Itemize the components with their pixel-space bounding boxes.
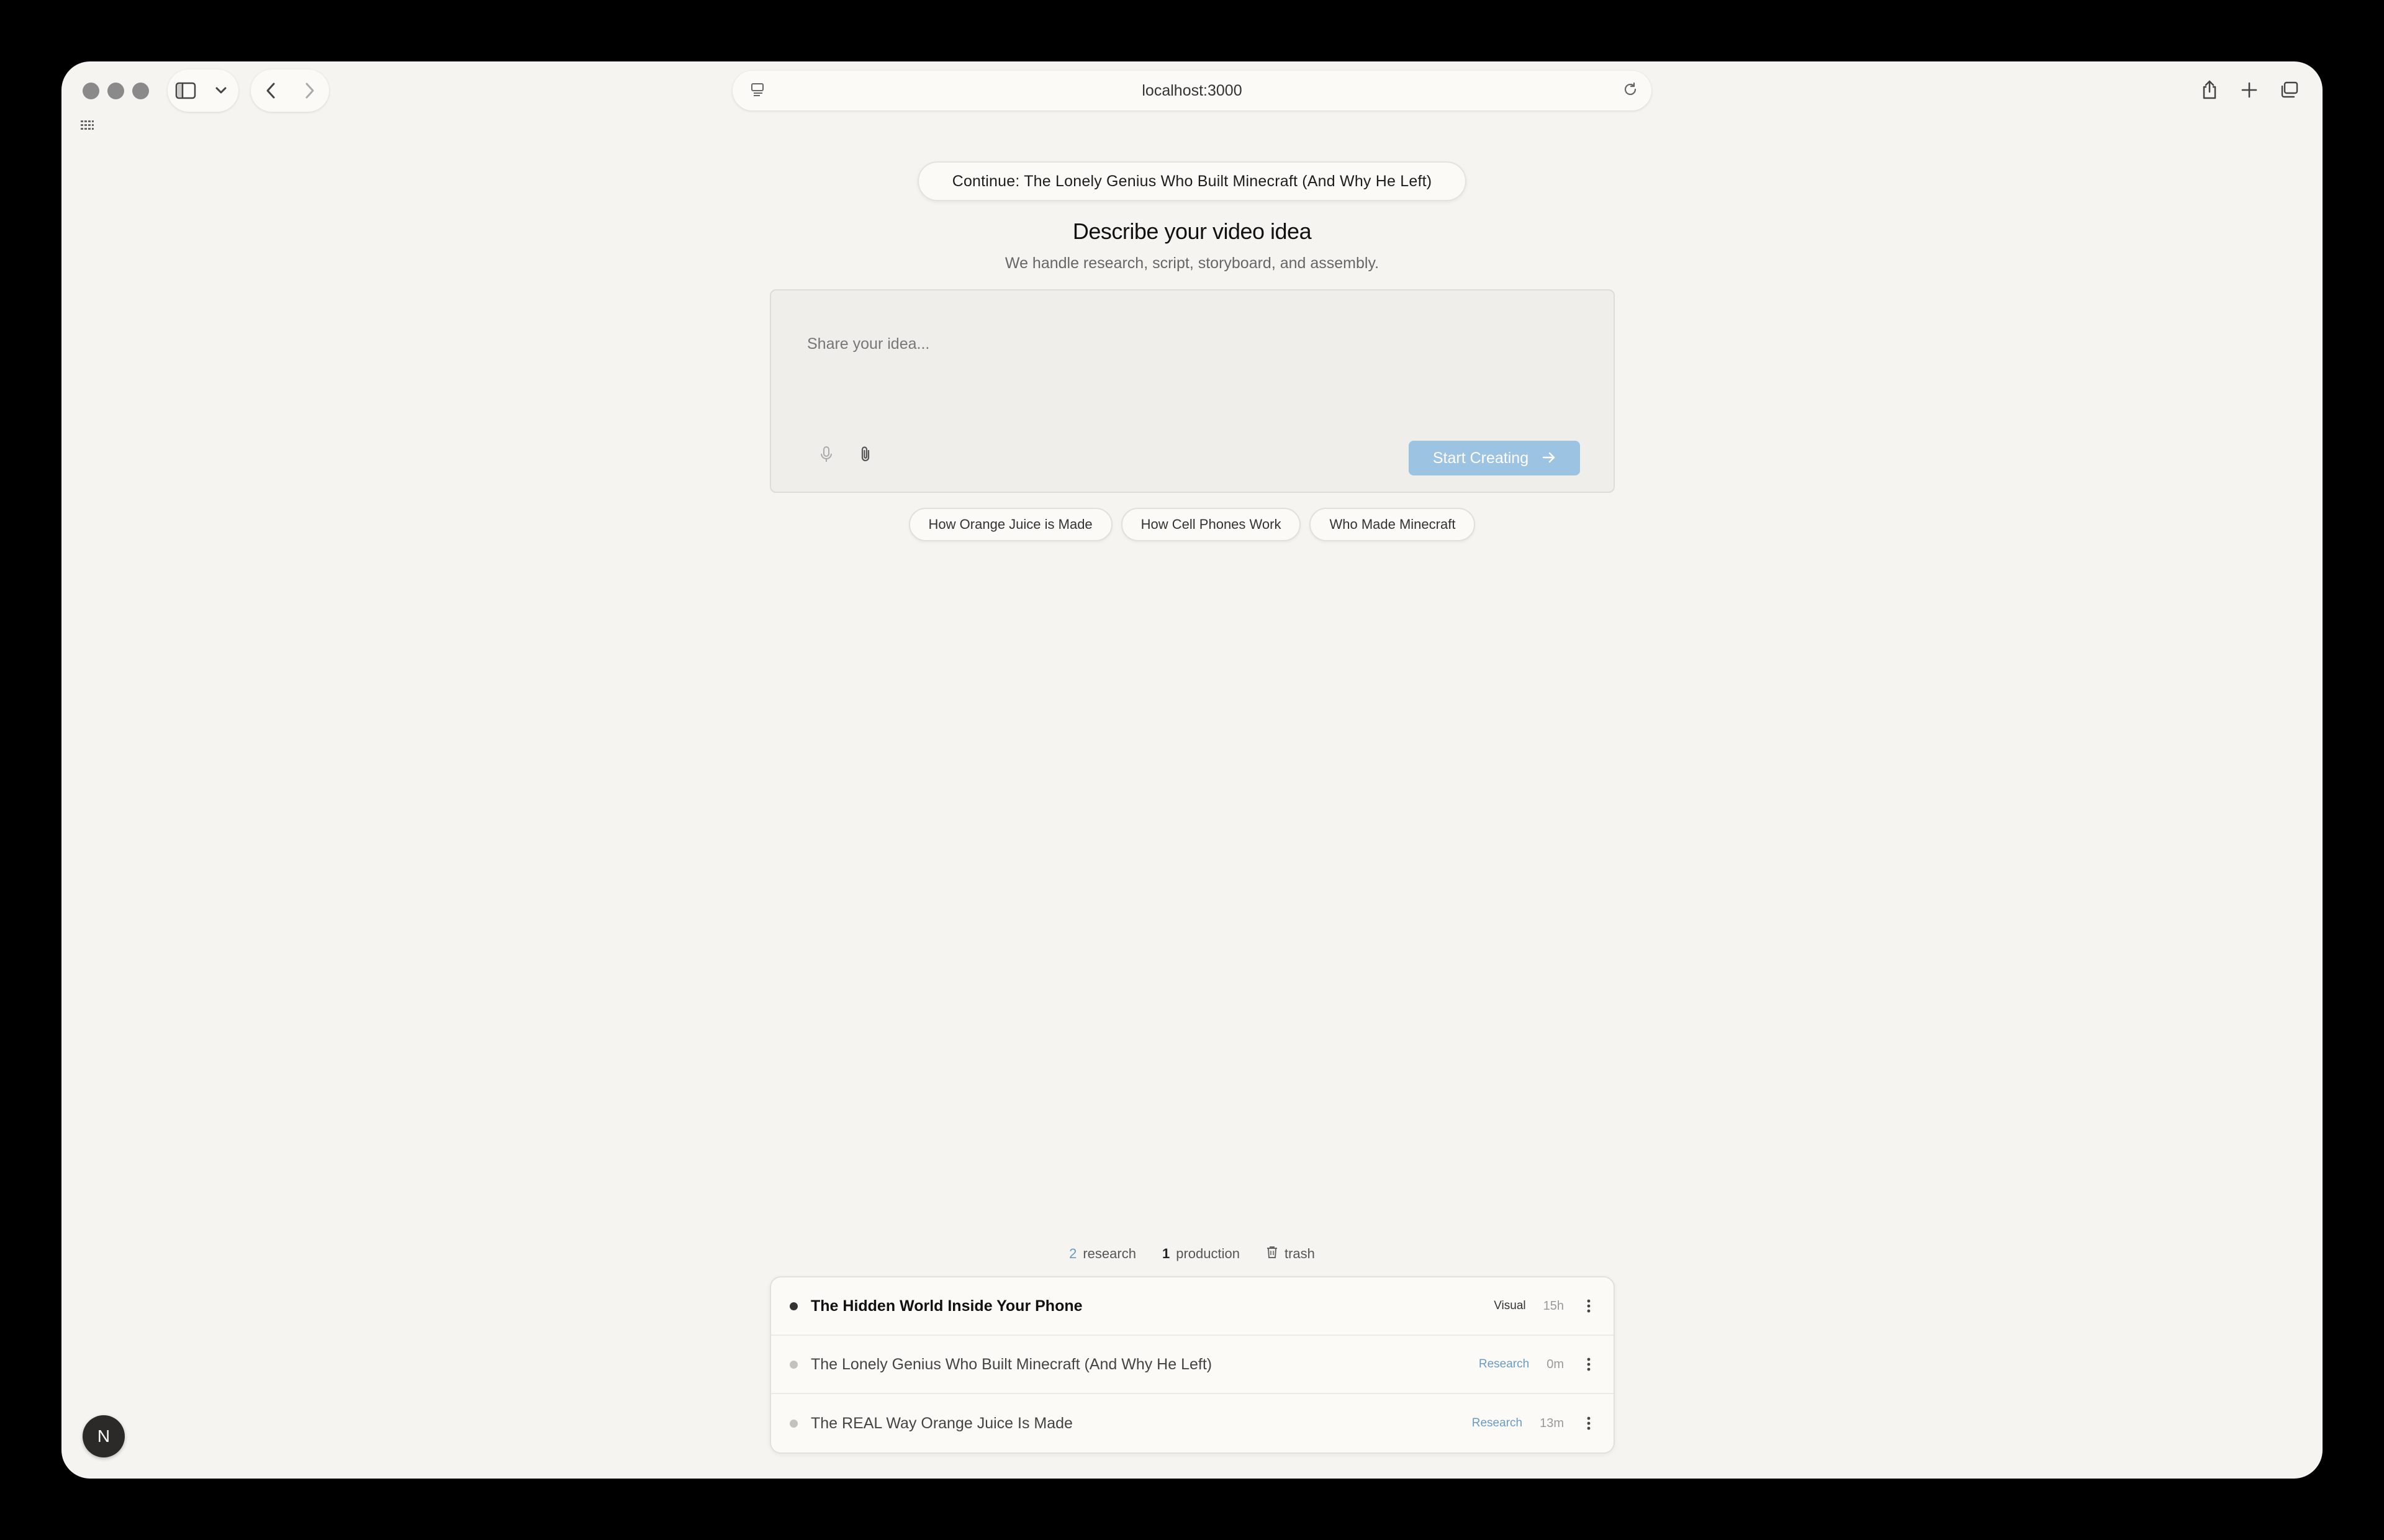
back-icon[interactable] xyxy=(254,74,287,107)
project-age: 15h xyxy=(1543,1299,1564,1313)
project-row[interactable]: The Hidden World Inside Your Phone Visua… xyxy=(771,1277,1614,1336)
suggestion-chip[interactable]: How Orange Juice is Made xyxy=(908,508,1113,541)
status-dot xyxy=(790,1302,798,1310)
kebab-menu-icon[interactable] xyxy=(1581,1358,1596,1371)
project-title: The REAL Way Orange Juice Is Made xyxy=(811,1414,1073,1432)
project-title: The Hidden World Inside Your Phone xyxy=(811,1297,1083,1315)
address-bar[interactable]: localhost:3000 xyxy=(733,71,1651,110)
research-label: research xyxy=(1083,1246,1136,1261)
chevron-down-icon[interactable] xyxy=(204,74,238,107)
project-age: 0m xyxy=(1546,1357,1564,1371)
suggestion-chip[interactable]: How Cell Phones Work xyxy=(1121,508,1301,541)
page-title: Describe your video idea xyxy=(1072,218,1312,244)
research-filter[interactable]: 2 research xyxy=(1069,1245,1136,1263)
project-list: The Hidden World Inside Your Phone Visua… xyxy=(770,1276,1615,1454)
share-icon[interactable] xyxy=(2193,73,2226,107)
site-settings-icon[interactable] xyxy=(750,82,766,102)
sidebar-toggle-group xyxy=(168,70,238,112)
continue-project-button[interactable]: Continue: The Lonely Genius Who Built Mi… xyxy=(918,161,1466,201)
arrow-right-icon xyxy=(1542,449,1556,467)
paperclip-icon[interactable] xyxy=(858,445,874,467)
zoom-window-button[interactable] xyxy=(132,83,149,99)
trash-label: trash xyxy=(1284,1246,1315,1261)
avatar-initial: N xyxy=(97,1426,111,1446)
tabs-overview-icon[interactable] xyxy=(2272,73,2306,107)
production-count: 1 xyxy=(1162,1246,1170,1261)
microphone-icon[interactable] xyxy=(820,446,833,466)
toolbar-right xyxy=(2193,73,2306,107)
stage-tag: Research xyxy=(1471,1416,1523,1430)
sidebar-icon[interactable] xyxy=(169,74,202,107)
minimize-window-button[interactable] xyxy=(107,83,124,99)
url-text: localhost:3000 xyxy=(1142,81,1242,99)
forward-icon[interactable] xyxy=(293,74,327,107)
project-age: 13m xyxy=(1540,1416,1564,1430)
production-filter[interactable]: 1 production xyxy=(1162,1245,1240,1263)
suggestion-chip[interactable]: Who Made Minecraft xyxy=(1309,508,1476,541)
stage-tag: Visual xyxy=(1494,1299,1526,1312)
production-label: production xyxy=(1176,1246,1240,1261)
project-row[interactable]: The Lonely Genius Who Built Minecraft (A… xyxy=(771,1336,1614,1394)
reload-icon[interactable] xyxy=(1622,81,1639,102)
stage-tag: Research xyxy=(1478,1358,1530,1371)
navigation-group xyxy=(251,70,329,112)
start-creating-label: Start Creating xyxy=(1432,449,1529,467)
status-dot xyxy=(790,1360,798,1369)
project-row[interactable]: The REAL Way Orange Juice Is Made Resear… xyxy=(771,1394,1614,1452)
close-window-button[interactable] xyxy=(83,83,99,99)
start-creating-button[interactable]: Start Creating xyxy=(1409,441,1580,475)
avatar[interactable]: N xyxy=(83,1415,125,1457)
grid-icon[interactable] xyxy=(79,118,94,136)
browser-window xyxy=(61,61,2323,1479)
continue-project-label: Continue: The Lonely Genius Who Built Mi… xyxy=(952,172,1432,190)
trash-icon xyxy=(1266,1245,1278,1263)
status-dot xyxy=(790,1419,798,1428)
kebab-menu-icon[interactable] xyxy=(1581,1299,1596,1313)
project-stats: 2 research 1 production trash xyxy=(0,1245,2384,1263)
idea-input[interactable] xyxy=(806,334,1553,392)
idea-composer: Start Creating xyxy=(770,289,1615,493)
trash-filter[interactable]: trash xyxy=(1266,1245,1315,1263)
new-tab-icon[interactable] xyxy=(2233,73,2266,107)
suggestion-chips: How Orange Juice is Made How Cell Phones… xyxy=(0,508,2384,541)
kebab-menu-icon[interactable] xyxy=(1581,1416,1596,1430)
page-subtitle: We handle research, script, storyboard, … xyxy=(1005,254,1379,272)
project-title: The Lonely Genius Who Built Minecraft (A… xyxy=(811,1355,1212,1373)
research-count: 2 xyxy=(1069,1246,1077,1261)
